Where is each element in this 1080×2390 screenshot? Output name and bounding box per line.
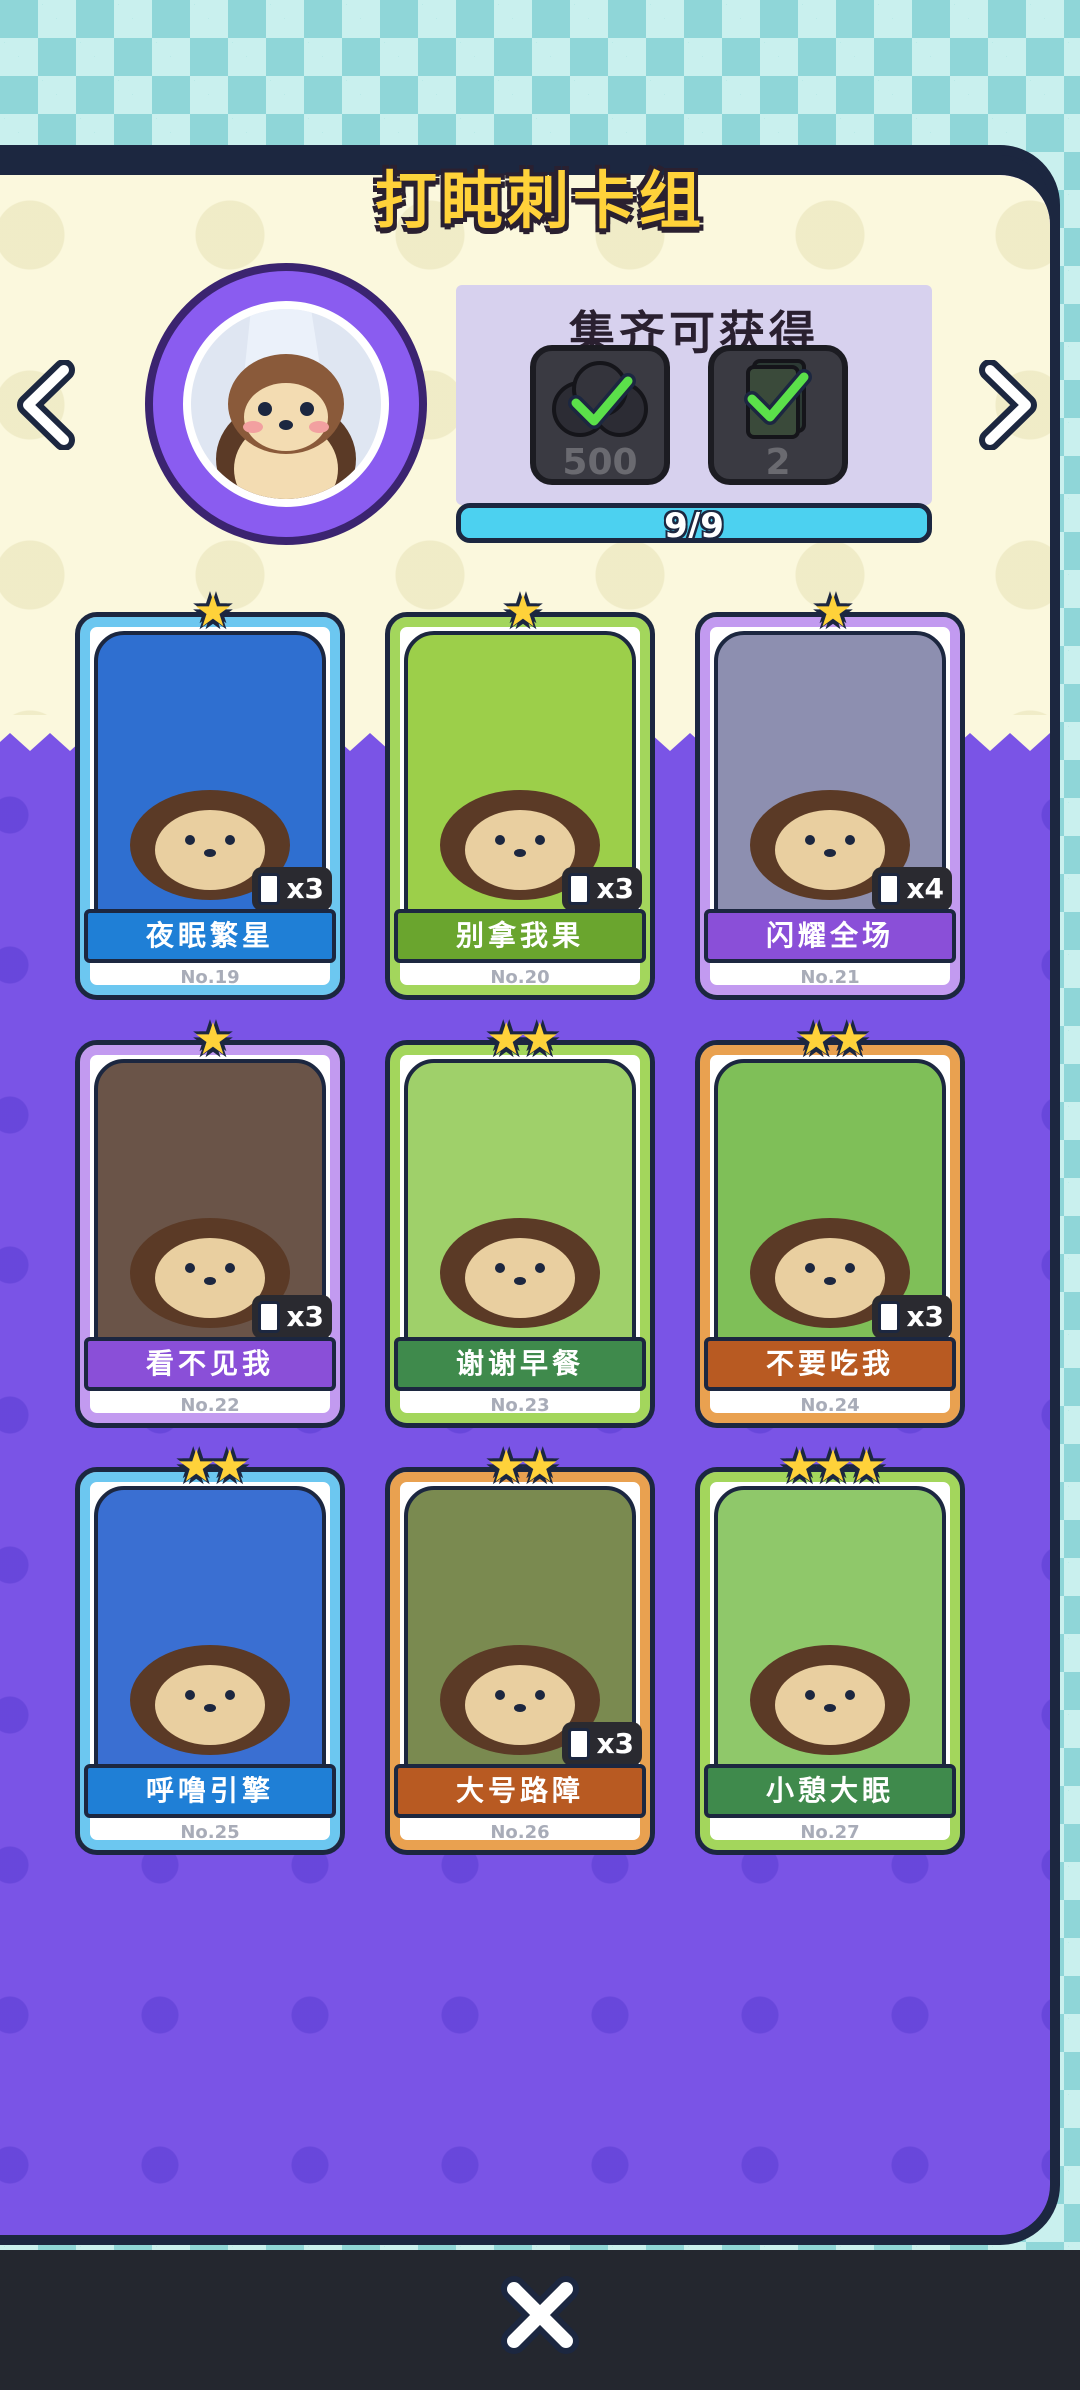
- card-number: No.21: [800, 967, 860, 988]
- card-number: No.20: [490, 967, 550, 988]
- card-count-text: x3: [286, 872, 324, 905]
- reward-coins[interactable]: 500: [530, 345, 670, 485]
- card-number: No.19: [180, 967, 240, 988]
- collection-card[interactable]: ★★★ 小憩大眠 No.27: [695, 1442, 965, 1855]
- hedgehog-art-icon: [130, 1645, 290, 1755]
- card-artwork: [714, 1486, 946, 1786]
- card-stars: ★: [193, 586, 232, 637]
- collection-card[interactable]: ★ x4 闪耀全场 No.21: [695, 587, 965, 1000]
- card-mini-icon: [258, 1301, 281, 1333]
- card-mini-icon: [878, 873, 901, 905]
- collection-card[interactable]: ★ x3 别拿我果 No.20: [385, 587, 655, 1000]
- collection-card[interactable]: ★★ x3 大号路障 No.26: [385, 1442, 655, 1855]
- chevron-right-icon[interactable]: [970, 360, 1042, 450]
- card-stars: ★★: [796, 1014, 870, 1065]
- card-name: 看不见我: [84, 1337, 336, 1391]
- card-mini-icon: [878, 1301, 901, 1333]
- card-count-text: x4: [906, 872, 944, 905]
- card-duplicate-count: x3: [872, 1295, 952, 1339]
- card-mini-icon: [258, 873, 281, 905]
- collection-card[interactable]: ★ x3 夜眠繁星 No.19: [75, 587, 345, 1000]
- card-count-text: x3: [596, 872, 634, 905]
- card-name: 闪耀全场: [704, 909, 956, 963]
- card-stars: ★: [503, 586, 542, 637]
- card-count-text: x3: [286, 1300, 324, 1333]
- collection-card[interactable]: ★ x3 看不见我 No.22: [75, 1015, 345, 1428]
- card-mini-icon: [568, 873, 591, 905]
- hedgehog-art-icon: [440, 1218, 600, 1328]
- card-name: 小憩大眠: [704, 1764, 956, 1818]
- card-stars: ★: [813, 586, 852, 637]
- reward-cards[interactable]: 2: [708, 345, 848, 485]
- card-number: No.24: [800, 1395, 860, 1416]
- completion-rewards: 集齐可获得 500 2: [456, 285, 932, 505]
- reward-cards-value: 2: [765, 442, 791, 483]
- set-title: 打盹刺卡组: [374, 164, 705, 237]
- card-stars: ★★: [176, 1441, 250, 1492]
- set-medallion: [145, 263, 427, 545]
- card-count-text: x3: [906, 1300, 944, 1333]
- card-stars: ★★: [486, 1014, 560, 1065]
- collection-card[interactable]: ★★ x3 不要吃我 No.24: [695, 1015, 965, 1428]
- card-stars: ★★★: [779, 1441, 886, 1492]
- card-number: No.22: [180, 1395, 240, 1416]
- card-duplicate-count: x3: [562, 1722, 642, 1766]
- chevron-left-icon[interactable]: [12, 360, 84, 450]
- reward-coins-value: 500: [562, 442, 638, 483]
- card-number: No.25: [180, 1822, 240, 1843]
- rewards-title: 集齐可获得: [569, 306, 819, 360]
- progress-text: 9/9: [664, 506, 724, 543]
- collection-card[interactable]: ★★ 谢谢早餐 No.23: [385, 1015, 655, 1428]
- card-artwork: [94, 1486, 326, 1786]
- card-duplicate-count: x3: [252, 867, 332, 911]
- hedgehog-art-icon: [750, 1645, 910, 1755]
- card-duplicate-count: x3: [562, 867, 642, 911]
- card-name: 别拿我果: [394, 909, 646, 963]
- card-name: 呼噜引擎: [84, 1764, 336, 1818]
- card-artwork: [404, 1059, 636, 1359]
- card-name: 谢谢早餐: [394, 1337, 646, 1391]
- close-icon[interactable]: [500, 2275, 580, 2355]
- hedgehog-avatar: [183, 301, 389, 507]
- card-count-text: x3: [596, 1727, 634, 1760]
- collection-card[interactable]: ★★ 呼噜引擎 No.25: [75, 1442, 345, 1855]
- card-duplicate-count: x4: [872, 867, 952, 911]
- card-number: No.27: [800, 1822, 860, 1843]
- card-stars: ★★: [486, 1441, 560, 1492]
- card-mini-icon: [568, 1728, 591, 1760]
- card-name: 夜眠繁星: [84, 909, 336, 963]
- hedgehog-icon: [191, 309, 381, 499]
- card-number: No.23: [490, 1395, 550, 1416]
- card-duplicate-count: x3: [252, 1295, 332, 1339]
- card-number: No.26: [490, 1822, 550, 1843]
- collection-progress-bar: 9/9: [456, 503, 932, 543]
- card-name: 大号路障: [394, 1764, 646, 1818]
- card-name: 不要吃我: [704, 1337, 956, 1391]
- card-stars: ★: [193, 1014, 232, 1065]
